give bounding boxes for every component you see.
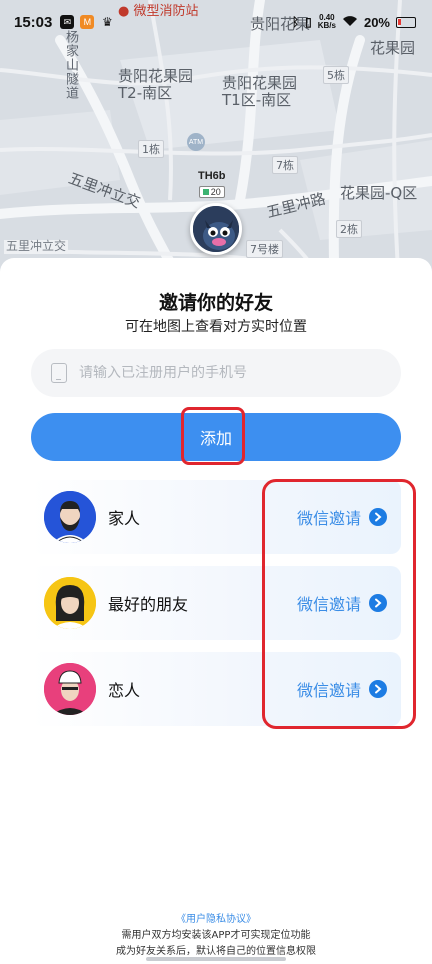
building-label: 7栋 — [272, 156, 298, 174]
crown-icon: ♛ — [101, 15, 113, 29]
map-label-interchange-bottom: 五里冲立交 — [4, 239, 69, 254]
chevron-right-icon — [369, 680, 387, 698]
home-indicator[interactable] — [146, 957, 286, 961]
device-avatar[interactable] — [190, 203, 242, 255]
wechat-invite-label: 微信邀请 — [296, 595, 361, 614]
wechat-invite-label: 微信邀请 — [296, 509, 361, 528]
status-bar: 15:03 ✉ M ♛ ᛒ ▯ 0.40 KB/s 20% — [0, 0, 432, 44]
chevron-right-icon — [369, 508, 387, 526]
footnote-line: 需用户双方均安装该APP才可实现定位功能 — [121, 930, 311, 941]
invite-sheet: 邀请你的好友 可在地图上查看对方实时位置 添加 家人 微信邀请 — [0, 258, 432, 964]
app-badge-icon: M — [80, 15, 95, 29]
map-label-area-t1: 贵阳花果园 T1区-南区 — [222, 74, 298, 110]
sheet-subtitle: 可在地图上查看对方实时位置 — [125, 319, 307, 335]
contact-item-best-friend[interactable]: 最好的朋友 微信邀请 — [31, 566, 401, 640]
man-cap-avatar-icon — [44, 663, 96, 715]
phone-icon — [51, 363, 67, 383]
bearded-man-icon — [44, 491, 96, 543]
network-speed: 0.40 KB/s — [318, 14, 336, 30]
wechat-invite-button[interactable]: 微信邀请 — [297, 652, 387, 726]
add-button[interactable]: 添加 — [31, 413, 401, 461]
avatar — [44, 577, 96, 629]
woman-avatar-icon — [44, 577, 96, 629]
contact-name: 恋人 — [108, 681, 141, 700]
chevron-right-icon — [369, 594, 387, 612]
phone-field[interactable] — [31, 349, 401, 397]
contact-item-family[interactable]: 家人 微信邀请 — [31, 480, 401, 554]
building-label: 2栋 — [336, 220, 362, 238]
add-button-label: 添加 — [199, 429, 232, 448]
status-right: ᛒ ▯ 0.40 KB/s 20% — [292, 14, 416, 30]
battery-percent: 20% — [363, 14, 390, 30]
building-label: 7号楼 — [246, 240, 283, 258]
phone-input[interactable] — [79, 365, 379, 381]
mail-icon: ✉ — [60, 15, 75, 29]
contact-list: 家人 微信邀请 最好的朋友 微信邀请 恋人 微信邀请 — [31, 480, 401, 738]
avatar — [44, 663, 96, 715]
sheet-title: 邀请你的好友 — [158, 292, 273, 314]
footnote: 需用户双方均安装该APP才可实现定位功能 成为好友关系后，默认将自己的位置信息权… — [0, 928, 432, 960]
contact-item-partner[interactable]: 恋人 微信邀请 — [31, 652, 401, 726]
avatar — [44, 491, 96, 543]
wechat-invite-button[interactable]: 微信邀请 — [297, 566, 387, 640]
map-label-area-t2: 贵阳花果园 T2-南区 — [118, 67, 194, 103]
wechat-invite-button[interactable]: 微信邀请 — [297, 480, 387, 554]
bluetooth-icon: ᛒ — [291, 15, 300, 29]
vibrate-icon: ▯ — [305, 15, 312, 29]
building-label: 1栋 — [138, 140, 164, 158]
network-speed-unit: KB/s — [317, 21, 336, 30]
status-time: 15:03 — [14, 13, 53, 31]
device-tag[interactable]: TH6b 20 — [198, 170, 226, 200]
wechat-invite-label: 微信邀请 — [296, 681, 361, 700]
contact-name: 最好的朋友 — [108, 595, 189, 614]
device-name: TH6b — [198, 170, 226, 182]
building-label: 5栋 — [323, 66, 349, 84]
privacy-link[interactable]: 《用户隐私协议》 — [0, 910, 432, 925]
map-view[interactable]: ● 微型消防站 杨家山隧道 贵阳花果园 T2-南区 贵阳花果园 T1区-南区 贵… — [0, 0, 432, 300]
atm-icon: ATM — [187, 133, 205, 151]
wifi-icon — [342, 15, 358, 30]
device-battery: 20 — [198, 186, 225, 198]
battery-icon — [396, 16, 416, 28]
map-label-area-q: 花果园-Q区 — [340, 184, 418, 202]
contact-name: 家人 — [108, 509, 141, 528]
